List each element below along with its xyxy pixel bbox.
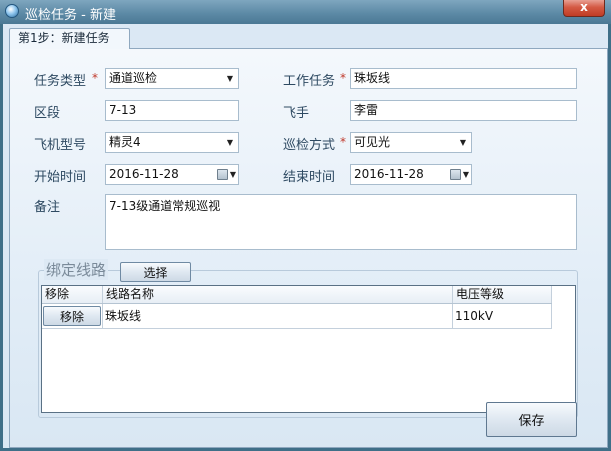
close-button[interactable]: x — [563, 0, 605, 17]
task-type-select[interactable]: 通道巡检 ▼ — [105, 68, 239, 89]
patrol-mode-label: 巡检方式 — [283, 138, 336, 153]
remove-cell: 移除 — [42, 304, 103, 328]
end-time-value: 2016-11-28 — [354, 167, 424, 181]
calendar-icon[interactable]: ▼ — [208, 165, 236, 184]
table-header: 移除 线路名称 电压等级 — [42, 286, 552, 304]
remarks-label: 备注 — [34, 200, 61, 215]
tab-panel: 任务类型 * 通道巡检 ▼ 工作任务 * 珠坂线 区段 7-13 飞手 李雷 飞… — [9, 48, 608, 448]
chevron-down-icon[interactable]: ▼ — [455, 133, 471, 152]
task-type-label: 任务类型 — [34, 74, 87, 89]
column-header-voltage: 电压等级 — [453, 286, 552, 303]
remarks-textarea[interactable]: 7-13级通道常规巡视 — [105, 194, 577, 250]
pilot-label: 飞手 — [283, 106, 310, 121]
start-time-picker[interactable]: 2016-11-28 ▼ — [105, 164, 239, 185]
window-title: 巡检任务 - 新建 — [25, 8, 116, 23]
work-task-input[interactable]: 珠坂线 — [350, 68, 577, 89]
column-header-remove: 移除 — [42, 286, 103, 303]
section-label: 区段 — [34, 106, 61, 121]
line-name-cell: 珠坂线 — [103, 304, 453, 328]
aircraft-model-value: 精灵4 — [109, 135, 141, 149]
aircraft-model-select[interactable]: 精灵4 ▼ — [105, 132, 239, 153]
title-bar: 巡检任务 - 新建 x — [0, 0, 611, 24]
chevron-down-icon[interactable]: ▼ — [222, 133, 238, 152]
task-type-required-mark: * — [92, 71, 98, 85]
chevron-down-icon[interactable]: ▼ — [222, 69, 238, 88]
column-header-line-name: 线路名称 — [103, 286, 453, 303]
task-type-value: 通道巡检 — [109, 71, 158, 85]
work-task-label: 工作任务 — [283, 74, 336, 89]
pilot-input[interactable]: 李雷 — [350, 100, 577, 121]
start-time-label: 开始时间 — [34, 170, 87, 185]
select-lines-button[interactable]: 选择 — [120, 262, 191, 282]
work-task-required-mark: * — [340, 71, 346, 85]
app-globe-icon — [5, 4, 19, 18]
calendar-icon[interactable]: ▼ — [441, 165, 469, 184]
tab-step1[interactable]: 第1步：新建任务 — [9, 28, 130, 49]
patrol-mode-select[interactable]: 可见光 ▼ — [350, 132, 472, 153]
voltage-cell: 110kV — [453, 304, 552, 328]
lines-table: 移除 线路名称 电压等级 移除 珠坂线 110kV — [41, 285, 576, 413]
end-time-picker[interactable]: 2016-11-28 ▼ — [350, 164, 472, 185]
end-time-label: 结束时间 — [283, 170, 336, 185]
save-button[interactable]: 保存 — [486, 402, 577, 437]
patrol-mode-value: 可见光 — [354, 135, 391, 149]
section-input[interactable]: 7-13 — [105, 100, 239, 121]
table-row[interactable]: 移除 珠坂线 110kV — [42, 304, 552, 329]
dialog-body: 第1步：新建任务 任务类型 * 通道巡检 ▼ 工作任务 * 珠坂线 区段 7-1… — [3, 24, 608, 448]
patrol-mode-required-mark: * — [340, 135, 346, 149]
bind-lines-title: 绑定线路 — [44, 259, 109, 280]
remove-line-button[interactable]: 移除 — [43, 306, 101, 326]
aircraft-model-label: 飞机型号 — [34, 138, 87, 153]
start-time-value: 2016-11-28 — [109, 167, 179, 181]
